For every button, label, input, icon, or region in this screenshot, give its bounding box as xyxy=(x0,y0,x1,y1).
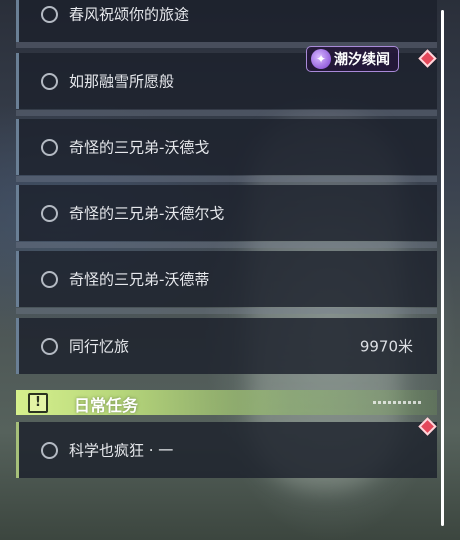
quest-item[interactable]: 同行忆旅 9970米 xyxy=(16,318,437,374)
tide-story-badge[interactable]: ✦ 潮汐续闻 xyxy=(306,46,399,72)
section-title: 日常任务 xyxy=(74,396,139,415)
quest-radio-icon[interactable] xyxy=(41,73,58,90)
header-decoration xyxy=(373,401,423,404)
badge-label: 潮汐续闻 xyxy=(334,52,390,68)
separator xyxy=(16,308,437,314)
quest-title: 奇怪的三兄弟-沃德尔戈 xyxy=(69,204,225,223)
quest-radio-icon[interactable] xyxy=(41,442,58,459)
quest-title: 如那融雪所愿般 xyxy=(69,72,175,91)
quest-title: 科学也疯狂 · 一 xyxy=(69,441,174,460)
quest-distance: 9970米 xyxy=(359,337,413,356)
quest-item[interactable]: 奇怪的三兄弟-沃德蒂 xyxy=(16,251,437,307)
quest-radio-icon[interactable] xyxy=(41,271,58,288)
quest-list: 春风祝颂你的旅途 如那融雪所愿般 奇怪的三兄弟-沃德戈 奇怪的三兄弟-沃德尔戈 … xyxy=(16,0,437,540)
sparkle-icon: ✦ xyxy=(311,49,331,69)
quest-item[interactable]: 科学也疯狂 · 一 xyxy=(16,422,437,478)
separator xyxy=(16,110,437,116)
daily-quest-header[interactable]: ! 日常任务 xyxy=(16,390,437,415)
quest-radio-icon[interactable] xyxy=(41,205,58,222)
quest-title: 春风祝颂你的旅途 xyxy=(69,5,190,24)
separator xyxy=(16,242,437,248)
quest-radio-icon[interactable] xyxy=(41,139,58,156)
quest-item[interactable]: 奇怪的三兄弟-沃德戈 xyxy=(16,119,437,175)
quest-item[interactable]: 春风祝颂你的旅途 xyxy=(16,0,437,42)
quest-title: 奇怪的三兄弟-沃德戈 xyxy=(69,138,210,157)
quest-title: 奇怪的三兄弟-沃德蒂 xyxy=(69,270,210,289)
quest-item[interactable]: 奇怪的三兄弟-沃德尔戈 xyxy=(16,185,437,241)
quest-radio-icon[interactable] xyxy=(41,6,58,23)
quest-radio-icon[interactable] xyxy=(41,338,58,355)
exclamation-icon: ! xyxy=(28,393,48,413)
scrollbar-thumb[interactable] xyxy=(441,10,444,526)
quest-title: 同行忆旅 xyxy=(69,337,130,356)
separator xyxy=(16,176,437,182)
